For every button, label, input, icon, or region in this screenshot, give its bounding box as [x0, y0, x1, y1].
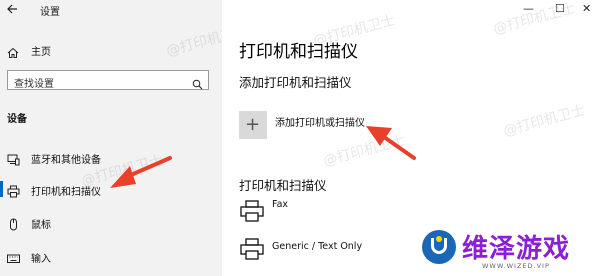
app-title: 设置: [40, 7, 60, 18]
sidebar-item-label: 鼠标: [31, 220, 51, 231]
watermark: @打印机卫士: [321, 132, 407, 170]
add-section-title: 添加打印机和扫描仪: [239, 75, 352, 90]
printer-icon[interactable]: [240, 238, 264, 260]
brand-mark-icon: [422, 230, 456, 264]
sidebar-item-label: 蓝牙和其他设备: [31, 155, 101, 166]
printer-icon[interactable]: [240, 200, 264, 222]
close-button[interactable]: ✕: [582, 2, 591, 15]
sidebar-item-home[interactable]: 主页: [0, 40, 222, 60]
sidebar-item-label: 输入: [31, 254, 51, 265]
sidebar-item-bluetooth[interactable]: 蓝牙和其他设备: [0, 146, 222, 168]
plus-icon: +: [245, 114, 261, 135]
brand-name: 维泽游戏: [462, 234, 571, 264]
add-printer-label[interactable]: 添加打印机或扫描仪: [275, 114, 365, 129]
add-printer-button[interactable]: +: [239, 111, 267, 139]
search-input[interactable]: 查找设置: [7, 70, 209, 90]
printers-list-title: 打印机和扫描仪: [239, 178, 327, 193]
back-arrow-icon[interactable]: [6, 3, 20, 17]
keyboard-icon: [7, 250, 20, 263]
settings-window: 设置 主页 查找设置 设备 蓝牙和其他设备 打印机和扫描仪 鼠标 输入 @打印机…: [0, 0, 600, 276]
brand-url: WWW.WIZED.VIP: [482, 262, 550, 270]
active-indicator: [0, 181, 3, 197]
sidebar-item-label: 主页: [31, 47, 51, 58]
watermark: @打印机卫士: [501, 102, 587, 140]
home-icon: [7, 44, 19, 58]
sidebar-item-input[interactable]: 输入: [0, 245, 222, 267]
search-placeholder: 查找设置: [14, 79, 54, 90]
main-pane: — ☐ ✕ 打印机和扫描仪 添加打印机和扫描仪 + 添加打印机或扫描仪 打印机和…: [222, 0, 600, 276]
bluetooth-devices-icon: [7, 151, 20, 166]
search-icon[interactable]: [192, 75, 203, 90]
sidebar-item-label: 打印机和扫描仪: [31, 187, 101, 198]
page-title: 打印机和扫描仪: [239, 42, 358, 62]
sidebar-item-mouse[interactable]: 鼠标: [0, 211, 222, 233]
printer-name[interactable]: Generic / Text Only: [272, 241, 362, 252]
sidebar-item-printers[interactable]: 打印机和扫描仪: [0, 178, 222, 200]
printer-name[interactable]: Fax: [272, 199, 288, 210]
maximize-button[interactable]: ☐: [555, 2, 565, 15]
printer-icon: [7, 183, 20, 198]
brand-logo: 维泽游戏 WWW.WIZED.VIP: [422, 228, 592, 272]
mouse-icon: [7, 216, 20, 231]
sidebar: 设置 主页 查找设置 设备 蓝牙和其他设备 打印机和扫描仪 鼠标 输入 @打印机…: [0, 0, 250, 276]
sidebar-section-title: 设备: [7, 114, 27, 125]
minimize-button[interactable]: —: [523, 2, 534, 15]
